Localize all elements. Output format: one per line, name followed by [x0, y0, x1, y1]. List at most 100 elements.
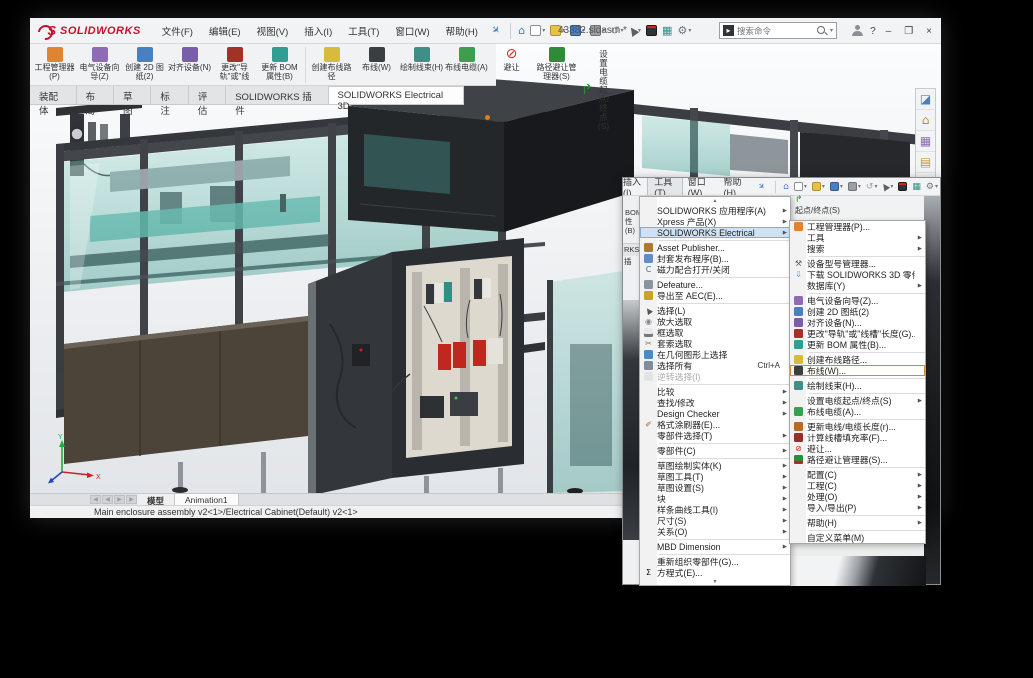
ribbon-draw-harness-button[interactable]: 绘制线束(H): [399, 46, 444, 81]
menu-scroll-down[interactable]: ▼: [640, 578, 790, 586]
new-document-icon[interactable]: ▾: [528, 23, 547, 38]
ribbon-avoid-button[interactable]: ⊘避让: [489, 46, 534, 81]
select-icon[interactable]: ▲▾: [880, 179, 895, 195]
pin-icon[interactable]: ✈: [755, 181, 766, 192]
menu-item-布线电缆-A-[interactable]: 布线电缆(A)...: [790, 406, 925, 417]
menu-窗口(W)[interactable]: 窗口(W): [388, 21, 436, 41]
home-icon[interactable]: ⌂: [916, 110, 935, 131]
menu-item-更新-BOM-属性-B-[interactable]: 更新 BOM 属性(B)...: [790, 339, 925, 350]
menu-item-帮助-H-[interactable]: 帮助(H)▶: [790, 517, 925, 528]
ribbon-change-rail-length-button[interactable]: 更改"导轨"或"线槽"长度(G): [212, 46, 257, 81]
save-icon[interactable]: ▾: [828, 180, 845, 193]
pin-icon[interactable]: ✈: [488, 24, 502, 38]
options-icon[interactable]: ⚙▾: [924, 179, 940, 195]
menu-视图(V)[interactable]: 视图(V): [250, 21, 296, 41]
menu-item-自定义菜单-M-[interactable]: 自定义菜单(M): [790, 532, 925, 543]
menu-item-Xpress-产品-X-[interactable]: Xpress 产品(X)▶: [640, 216, 790, 227]
tools-menu: ▲SOLIDWORKS 应用程序(A)▶Xpress 产品(X)▶SOLIDWO…: [639, 196, 791, 586]
search-icon[interactable]: [816, 25, 828, 37]
menu-item-数据库-Y-[interactable]: 数据库(Y)▶: [790, 280, 925, 291]
menu-item-关系-O-[interactable]: 关系(O)▶: [640, 526, 790, 537]
tab-布局[interactable]: 布局: [77, 86, 114, 104]
menu-帮助(H)[interactable]: 帮助(H): [439, 21, 485, 41]
menu-工具(T)[interactable]: 工具(T): [341, 21, 386, 41]
search-input[interactable]: [737, 26, 816, 36]
ribbon-electrical-wizard-button[interactable]: 电气设备向导(Z): [77, 46, 122, 81]
model-tab-模型[interactable]: 模型: [137, 494, 175, 505]
menu-帮助(H)[interactable]: 帮助(H): [717, 178, 751, 196]
tab-SOLIDWORKS Electrical 3D[interactable]: SOLIDWORKS Electrical 3D: [329, 86, 465, 104]
menu-插入(I)[interactable]: 插入(I): [623, 178, 648, 196]
menu-item-零部件选择-T-[interactable]: 零部件选择(T)▶: [640, 430, 790, 441]
open-icon[interactable]: ▾: [810, 180, 827, 193]
ribbon-create-route-path-button[interactable]: 创建布线路径: [309, 46, 354, 81]
design-library-icon[interactable]: ▦: [916, 131, 935, 152]
menu-item-布线-W-[interactable]: 布线(W)...: [790, 365, 925, 376]
menu-item-label: MBD Dimension: [657, 542, 780, 552]
login-icon[interactable]: [852, 25, 863, 37]
menu-item-零部件-C-[interactable]: 零部件(C)▶: [640, 445, 790, 456]
menu-item-查找-修改[interactable]: 查找/修改▶: [640, 397, 790, 408]
menu-item-逆转选择-I-[interactable]: 逆转选择(I): [640, 371, 790, 382]
evaluate-icon[interactable]: ▦: [910, 179, 923, 195]
search-box[interactable]: ▸ ▾: [719, 22, 837, 39]
ribbon-create-2d-drawing-button[interactable]: 创建 2D 图纸(2): [122, 46, 167, 81]
ribbon-cable-endpoints-button[interactable]: ↱设置电缆起点/终点(S): [579, 46, 615, 131]
help-icon[interactable]: ?: [870, 26, 876, 37]
tab-评估[interactable]: 评估: [189, 86, 226, 104]
menu-item-搜索[interactable]: 搜索▶: [790, 243, 925, 254]
resources-icon[interactable]: ◪: [916, 89, 935, 110]
menu-窗口(W)[interactable]: 窗口(W): [682, 178, 718, 196]
tab-nav-next[interactable]: ▶: [114, 495, 125, 504]
tab-SOLIDWORKS 插件[interactable]: SOLIDWORKS 插件: [226, 86, 328, 104]
home-icon[interactable]: ⌂: [781, 179, 791, 195]
print-icon[interactable]: ▾: [846, 180, 863, 193]
menu-item-绘制线束-H-[interactable]: 绘制线束(H)...: [790, 380, 925, 391]
select-icon[interactable]: ▲▾: [627, 23, 643, 39]
tab-标注[interactable]: 标注: [151, 86, 188, 104]
menu-item-路径避让管理器-S-[interactable]: 路径避让管理器(S)...: [790, 454, 925, 465]
stoplight-icon[interactable]: [644, 23, 659, 38]
ribbon-route-wires-button[interactable]: 布线(W): [354, 46, 399, 81]
model-tab-Animation1[interactable]: Animation1: [175, 494, 239, 505]
menu-插入(I)[interactable]: 插入(I): [297, 21, 339, 41]
menu-工具(T)[interactable]: 工具(T): [648, 178, 681, 196]
menu-item-方程式-E-[interactable]: Σ方程式(E)...: [640, 567, 790, 578]
stoplight-icon[interactable]: [896, 180, 909, 193]
restore-button[interactable]: ❐: [901, 26, 916, 37]
menu-item-SOLIDWORKS-Electrical[interactable]: SOLIDWORKS Electrical▶: [640, 227, 790, 238]
minimize-button[interactable]: –: [883, 26, 895, 37]
menu-item-磁力配合打开-关闭[interactable]: C磁力配合打开/关闭: [640, 264, 790, 275]
asset-publisher-icon: [644, 243, 653, 252]
new-document-icon[interactable]: ▾: [792, 180, 809, 193]
home-icon[interactable]: ⌂: [516, 23, 527, 39]
ribbon-project-manager-button[interactable]: 工程管理器(P): [32, 46, 77, 81]
menu-item-label: 搜索: [807, 242, 915, 255]
tab-nav-last[interactable]: ▶: [126, 495, 137, 504]
undo-icon[interactable]: ↺▾: [864, 179, 880, 195]
ribbon-align-devices-button[interactable]: 对齐设备(N): [167, 46, 212, 81]
avoidance-manager-icon: [549, 47, 565, 62]
create-2d-drawing-icon: [137, 47, 153, 62]
evaluate-icon[interactable]: ▦: [660, 23, 674, 39]
right-glass-panel: [547, 268, 633, 493]
menu-文件(F)[interactable]: 文件(F): [155, 21, 200, 41]
menu-item-MBD-Dimension[interactable]: MBD Dimension▶: [640, 541, 790, 552]
ribbon-avoidance-manager-button[interactable]: 路径避让管理器(S): [534, 46, 579, 81]
tab-nav-previous[interactable]: ◀: [102, 495, 113, 504]
options-icon[interactable]: ⚙▾: [675, 23, 693, 39]
search-scope-icon[interactable]: ▸: [723, 25, 734, 36]
tab-nav-first[interactable]: ◀: [90, 495, 101, 504]
tab-草图[interactable]: 草图: [114, 86, 151, 104]
ribbon-update-bom-button[interactable]: 更新 BOM 属性(B): [257, 46, 302, 81]
close-button[interactable]: ×: [923, 26, 935, 37]
tab-装配体[interactable]: 装配体: [30, 86, 77, 104]
menu-item-label: 零部件选择(T): [657, 429, 780, 442]
ribbon-route-cables-button[interactable]: 布线电缆(A): [444, 46, 489, 81]
file-explorer-icon[interactable]: ▤: [916, 152, 935, 173]
menu-item-导入-导出-P-[interactable]: 导入/导出(P)▶: [790, 502, 925, 513]
menu-item-导出至-AEC-E-[interactable]: 导出至 AEC(E)...: [640, 290, 790, 301]
submenu-arrow-icon: ▶: [780, 507, 787, 513]
menu-编辑(E)[interactable]: 编辑(E): [202, 21, 248, 41]
search-caret-icon[interactable]: ▾: [830, 27, 833, 34]
